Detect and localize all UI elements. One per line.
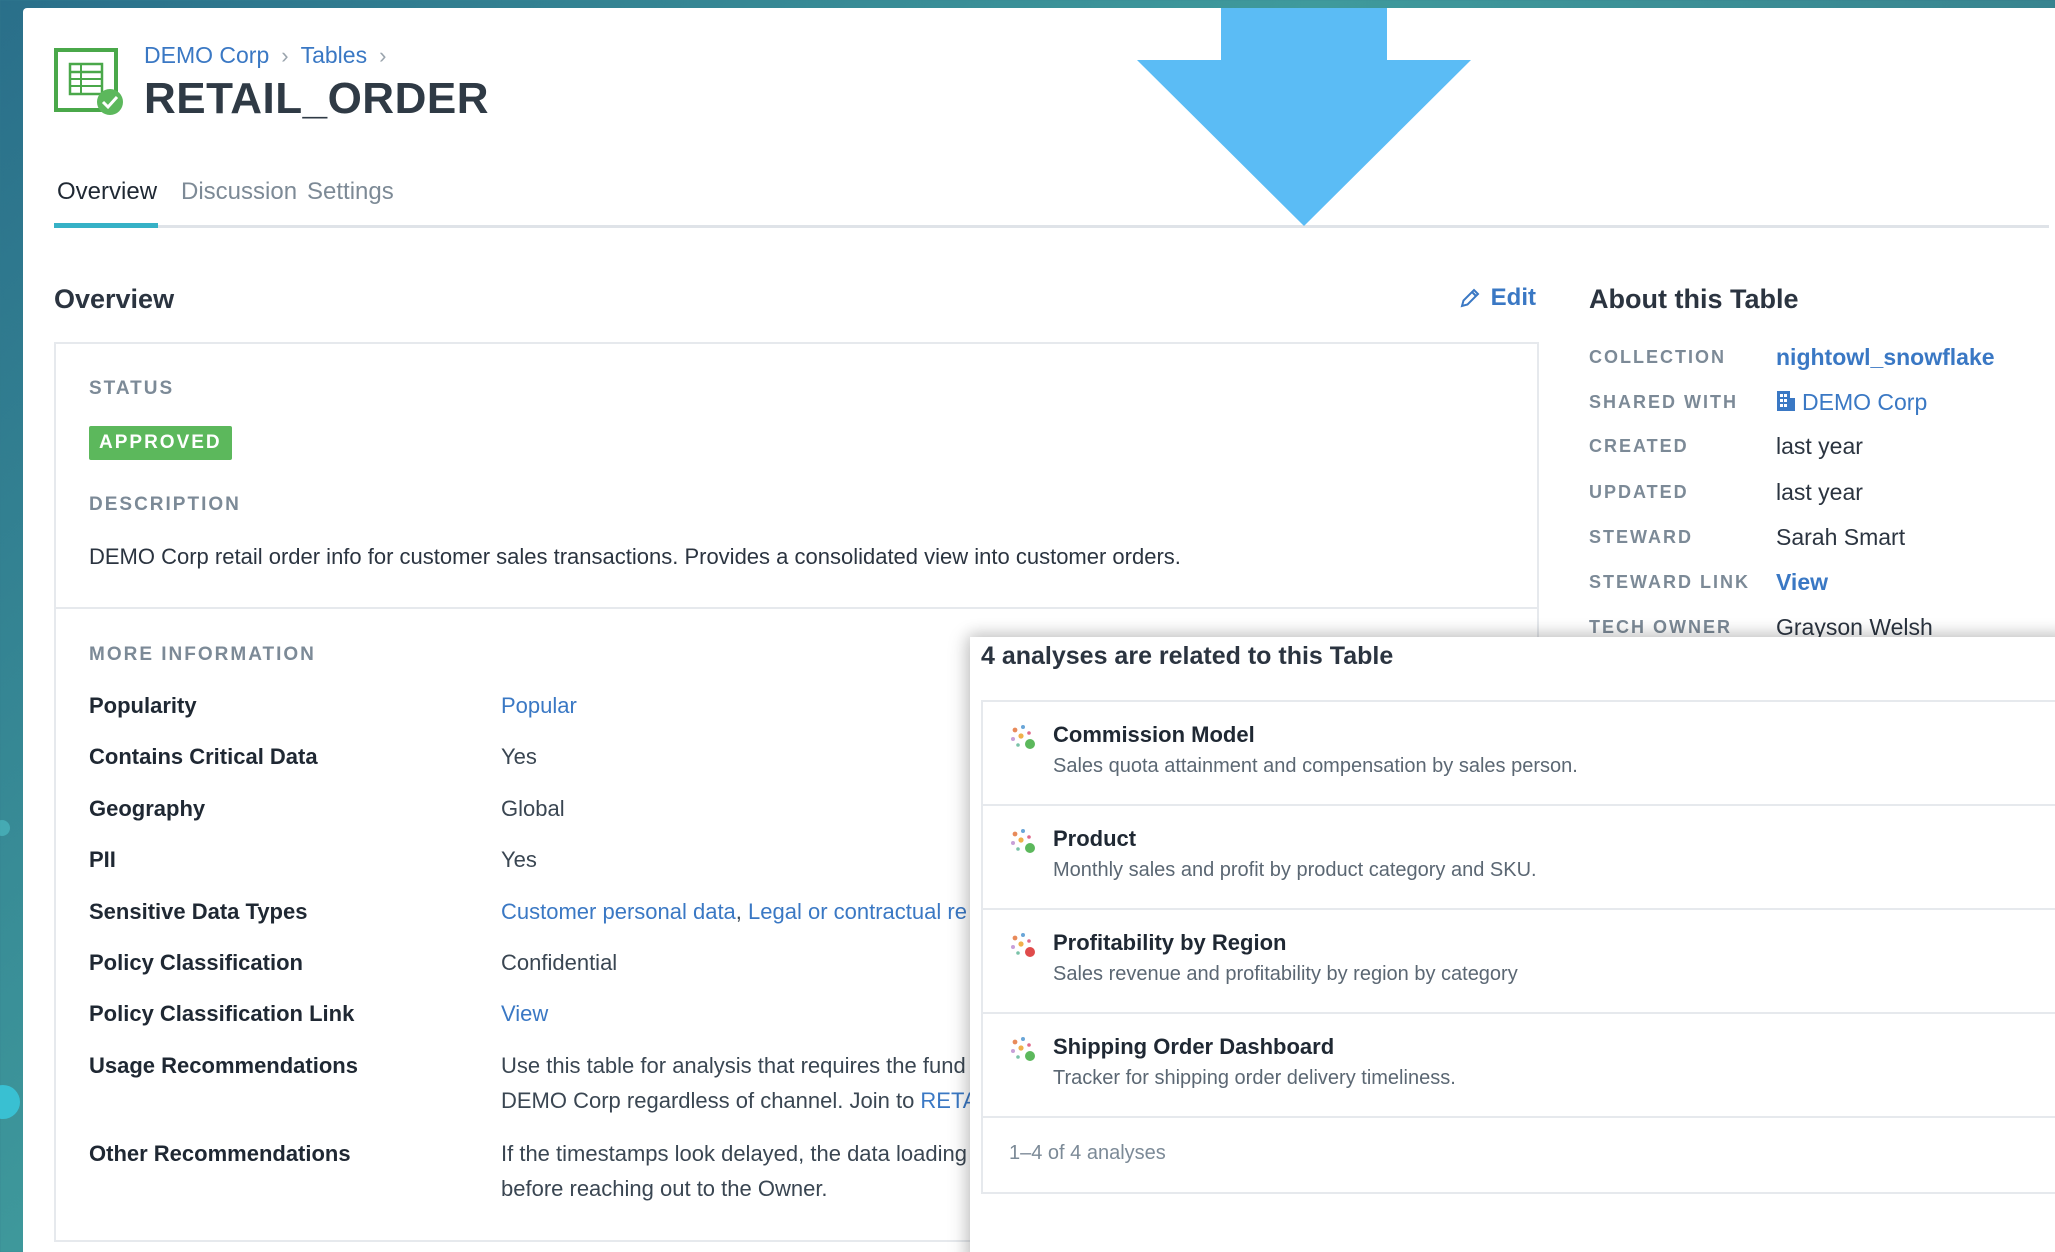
about-key: CREATED	[1589, 436, 1689, 456]
chevron-right-icon: ›	[281, 43, 289, 68]
field-value-text: DEMO Corp regardless of channel. Join to	[501, 1088, 921, 1113]
field-value: Customer personal data, Legal or contrac…	[501, 899, 967, 925]
field-value-link[interactable]: RETA	[920, 1088, 977, 1113]
background-decoration	[0, 1085, 20, 1119]
about-key: TECH OWNER	[1589, 617, 1732, 637]
steward-link[interactable]: View	[1776, 569, 1828, 596]
analysis-name[interactable]: Product	[1053, 826, 1136, 852]
about-key: STEWARD	[1589, 527, 1693, 547]
field-label: Usage Recommendations	[89, 1053, 358, 1078]
field-label: Popularity	[89, 693, 197, 718]
page-title: RETAIL_ORDER	[144, 74, 489, 123]
field-label: Sensitive Data Types	[89, 899, 308, 924]
field-label: Contains Critical Data	[89, 744, 318, 769]
section-title: Overview	[54, 284, 175, 314]
chevron-right-icon: ›	[379, 43, 387, 68]
breadcrumb-item[interactable]: Tables	[301, 42, 367, 68]
overview-header: Overview Edit	[54, 284, 1536, 324]
related-title: 4 analyses are related to this Table	[981, 642, 1394, 670]
field-value: Use this table for analysis that require…	[501, 1053, 966, 1078]
field-value: Yes	[501, 744, 537, 769]
about-value: last year	[1776, 433, 1863, 459]
about-key: SHARED WITH	[1589, 392, 1738, 412]
analysis-description: Tracker for shipping order delivery time…	[1053, 1067, 1456, 1089]
field-value: DEMO Corp regardless of channel. Join to…	[501, 1088, 977, 1114]
breadcrumb-item[interactable]: DEMO Corp	[144, 42, 269, 68]
field-label: Other Recommendations	[89, 1141, 351, 1166]
divider	[56, 607, 1537, 609]
status-badge: APPROVED	[89, 426, 232, 460]
field-label: Geography	[89, 796, 206, 821]
tab-bar: Overview Discussion Settings	[54, 168, 2049, 228]
field-value: Global	[501, 796, 565, 821]
analysis-name[interactable]: Profitability by Region	[1053, 930, 1286, 956]
about-key: UPDATED	[1589, 482, 1689, 502]
list-item[interactable]: Profitability by Region Sales revenue an…	[983, 910, 2055, 1014]
analysis-description: Monthly sales and profit by product cate…	[1053, 859, 1537, 881]
building-icon	[1777, 391, 1795, 411]
analysis-description: Sales quota attainment and compensation …	[1053, 755, 1578, 777]
pagination-summary: 1–4 of 4 analyses	[1009, 1142, 1166, 1164]
collection-link[interactable]: nightowl_snowflake	[1776, 344, 1995, 371]
field-value-link[interactable]: Popular	[501, 693, 577, 719]
field-label: Policy Classification	[89, 950, 303, 975]
list-item[interactable]: Product Monthly sales and profit by prod…	[983, 806, 2055, 910]
field-label: PII	[89, 847, 116, 872]
field-value: If the timestamps look delayed, the data…	[501, 1141, 967, 1166]
list-item[interactable]: Commission Model Sales quota attainment …	[983, 702, 2055, 806]
list-item[interactable]: Shipping Order Dashboard Tracker for shi…	[983, 1014, 2055, 1118]
related-list: Commission Model Sales quota attainment …	[981, 700, 2055, 1194]
about-value: last year	[1776, 479, 1863, 505]
analysis-icon	[1011, 725, 1035, 749]
separator-text: ,	[735, 899, 749, 924]
breadcrumb: DEMO Corp › Tables ›	[144, 42, 398, 69]
tab-overview[interactable]: Overview	[57, 178, 157, 206]
analysis-icon	[1011, 829, 1035, 853]
edit-label: Edit	[1490, 284, 1536, 311]
more-information-label: MORE INFORMATION	[89, 644, 316, 665]
background-decoration	[0, 820, 10, 836]
field-value: before reaching out to the Owner.	[501, 1176, 828, 1201]
analysis-name[interactable]: Commission Model	[1053, 722, 1255, 748]
description-text: DEMO Corp retail order info for customer…	[89, 544, 1181, 569]
sensitive-type-link[interactable]: Customer personal data	[501, 899, 736, 924]
analysis-icon	[1011, 1037, 1035, 1061]
tab-settings[interactable]: Settings	[307, 178, 394, 206]
analysis-name[interactable]: Shipping Order Dashboard	[1053, 1034, 1334, 1060]
about-heading: About this Table	[1589, 284, 1799, 314]
analysis-description: Sales revenue and profitability by regio…	[1053, 963, 1518, 985]
analysis-icon	[1011, 933, 1035, 957]
pencil-icon	[1460, 288, 1480, 308]
sensitive-type-link[interactable]: Legal or contractual re	[748, 899, 967, 924]
table-approved-icon	[54, 48, 123, 115]
shared-with-label: DEMO Corp	[1802, 389, 1928, 415]
active-tab-indicator	[54, 223, 158, 228]
tab-discussion[interactable]: Discussion	[181, 178, 297, 206]
field-value: Confidential	[501, 950, 618, 975]
status-label: STATUS	[89, 378, 175, 399]
field-value: Yes	[501, 847, 537, 872]
about-key: COLLECTION	[1589, 347, 1726, 367]
field-value-link[interactable]: View	[501, 1001, 548, 1027]
about-key: STEWARD LINK	[1589, 572, 1750, 592]
related-analyses-panel: 4 analyses are related to this Table Com…	[970, 637, 2055, 1252]
about-value: Sarah Smart	[1776, 524, 1906, 550]
arrow-down-icon	[1137, 8, 1471, 226]
field-label: Policy Classification Link	[89, 1001, 355, 1026]
edit-button[interactable]: Edit	[1459, 284, 1536, 312]
description-label: DESCRIPTION	[89, 494, 241, 515]
shared-with-value[interactable]: DEMO Corp	[1776, 389, 1927, 416]
